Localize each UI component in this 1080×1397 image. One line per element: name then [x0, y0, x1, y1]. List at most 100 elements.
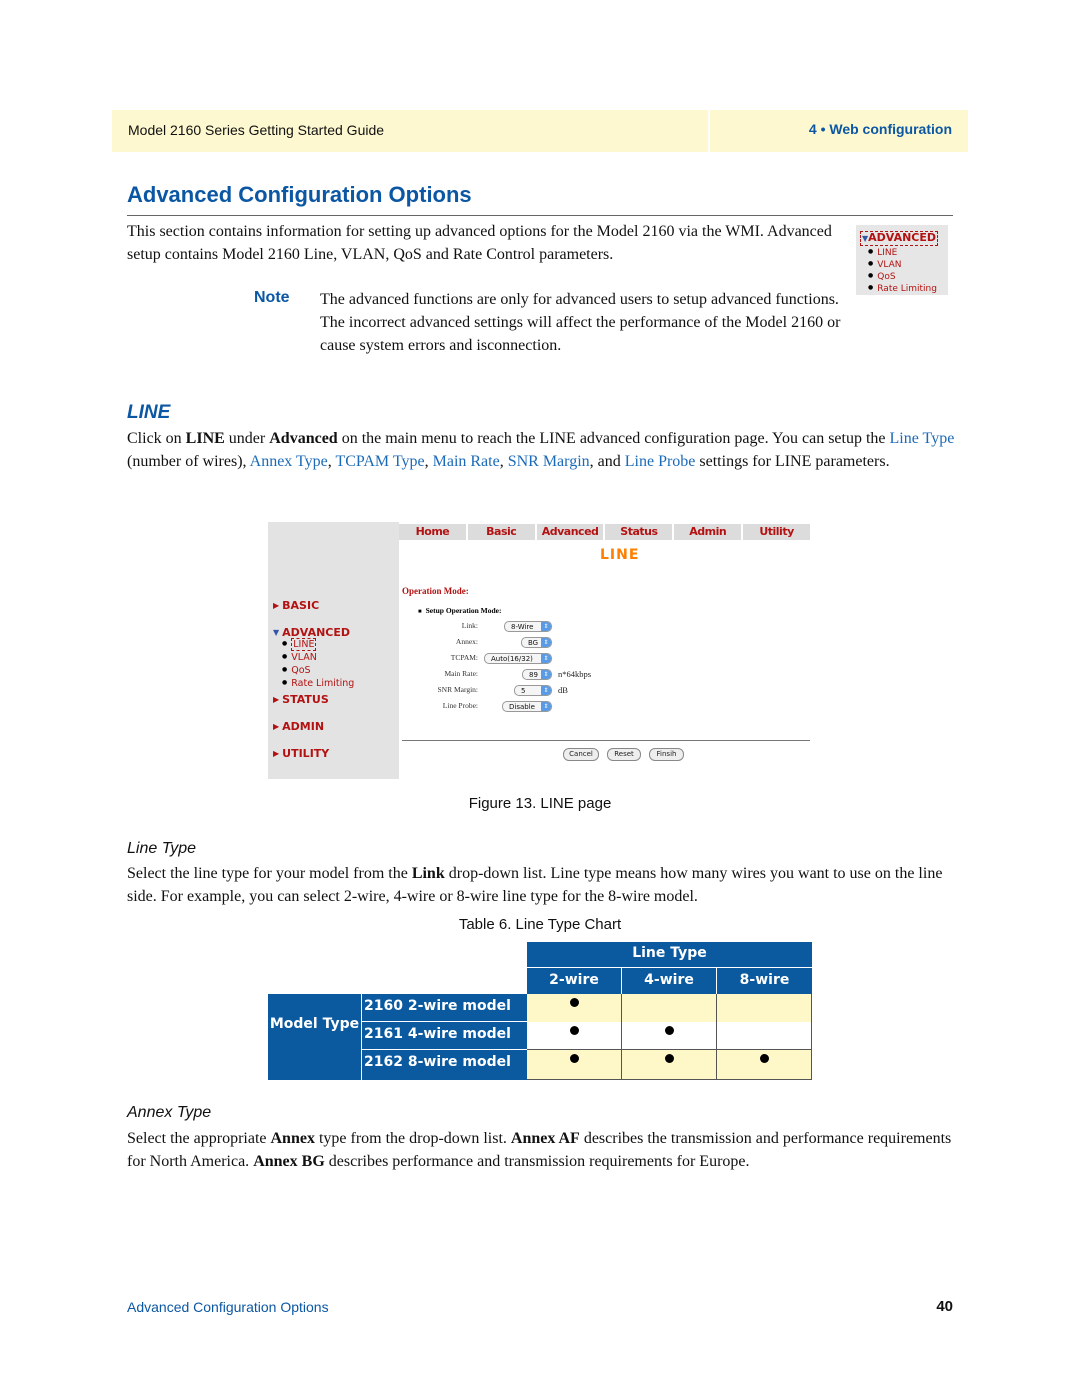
- column-header: 2-wire: [527, 968, 622, 994]
- line-paragraph: Click on LINE under Advanced on the main…: [127, 430, 955, 470]
- annex-type-paragraph: Select the appropriate Annex type from t…: [127, 1130, 952, 1170]
- triangle-right-icon: ▶: [273, 601, 280, 610]
- row-header: 2160 2-wire model: [362, 994, 527, 1022]
- table-cell: [717, 1022, 812, 1050]
- wmi-nav-tabs: Home Basic Advanced Status Admin Utility: [399, 524, 812, 540]
- tab-admin[interactable]: Admin: [674, 524, 742, 540]
- title-rule: [127, 215, 953, 216]
- row-header: 2161 4-wire model: [362, 1022, 527, 1050]
- supported-dot-icon: [569, 1054, 579, 1063]
- sidebar-item-utility[interactable]: ▶ UTILITY: [273, 747, 329, 760]
- supported-dot-icon: [569, 1026, 579, 1035]
- stepper-arrows-icon: ⇕: [541, 686, 551, 695]
- stepper-arrows-icon: ⇕: [541, 638, 551, 647]
- supported-dot-icon: [759, 1054, 769, 1063]
- figure-caption: Figure 13. LINE page: [468, 795, 612, 812]
- column-header: 4-wire: [622, 968, 717, 994]
- tab-home[interactable]: Home: [399, 524, 466, 540]
- triangle-right-icon: ▶: [273, 695, 280, 704]
- main-rate-unit: n*64kbps: [558, 669, 592, 679]
- tcpam-label: TCPAM:: [450, 653, 478, 662]
- note-label: Note: [254, 289, 290, 306]
- snr-margin-label: SNR Margin:: [437, 685, 479, 694]
- page-number: 40: [936, 1298, 953, 1315]
- link-select[interactable]: 8-Wire ⇕: [504, 621, 552, 632]
- link-snr-margin[interactable]: SNR Margin: [508, 453, 590, 470]
- stepper-arrows-icon: ⇕: [541, 670, 551, 679]
- table-cell: [527, 1050, 622, 1080]
- running-header: Model 2160 Series Getting Started Guide …: [112, 110, 968, 152]
- triangle-down-icon: ▼: [273, 628, 280, 637]
- snr-margin-unit: dB: [558, 685, 568, 695]
- supported-dot-icon: [569, 998, 579, 1007]
- operation-mode-heading: Operation Mode:: [402, 586, 469, 596]
- tab-status[interactable]: Status: [605, 524, 673, 540]
- triangle-right-icon: ▶: [273, 722, 280, 731]
- tab-utility[interactable]: Utility: [743, 524, 810, 540]
- sidebar-subitem-vlan[interactable]: VLAN: [282, 652, 317, 663]
- table-cell: [717, 1050, 812, 1080]
- tcpam-select[interactable]: Auto(16/32) ⇕: [484, 653, 552, 664]
- sidebar-item-admin[interactable]: ▶ ADMIN: [273, 720, 324, 733]
- annex-select[interactable]: BG ⇕: [521, 637, 552, 648]
- table-cell: [622, 994, 717, 1023]
- wmi-page-heading: LINE: [600, 547, 640, 563]
- intro-paragraph: This section contains information for se…: [127, 223, 832, 263]
- footer-section-title: Advanced Configuration Options: [127, 1299, 329, 1315]
- chapter-label: 4 • Web configuration: [808, 121, 952, 137]
- line-probe-select[interactable]: Disable ⇕: [502, 701, 552, 712]
- line-type-paragraph: Select the line type for your model from…: [127, 865, 943, 905]
- setup-operation-mode-label: Setup Operation Mode:: [418, 606, 502, 615]
- tab-advanced[interactable]: Advanced: [536, 524, 604, 540]
- line-page-screenshot: ▶BASIC ▼ADVANCED LINE VLAN QoS Rate Limi…: [268, 522, 812, 779]
- sidebar-subitem-qos[interactable]: QoS: [282, 665, 310, 676]
- table-caption: Table 6. Line Type Chart: [458, 916, 622, 933]
- sidebar-item-status[interactable]: ▶ STATUS: [273, 693, 329, 706]
- page-title: Advanced Configuration Options: [127, 182, 472, 207]
- subheading-line-type: Line Type: [127, 840, 197, 857]
- table-cell: [527, 1022, 622, 1050]
- table-cell: [717, 994, 812, 1023]
- table-cell: [622, 1022, 717, 1050]
- supported-dot-icon: [664, 1054, 674, 1063]
- sidebar-item-basic[interactable]: ▶ BASIC: [273, 599, 319, 612]
- mini-menu-heading: ▼ADVANCED: [860, 231, 939, 246]
- cancel-button[interactable]: Cancel: [563, 748, 599, 761]
- mini-menu-item: Rate Limiting: [868, 282, 937, 295]
- header-divider: [708, 110, 710, 152]
- row-group-header: Model Type: [268, 994, 362, 1080]
- column-group-header: Line Type: [527, 942, 812, 968]
- table-cell: [622, 1050, 717, 1080]
- triangle-right-icon: ▶: [273, 749, 280, 758]
- link-label: Link:: [461, 621, 478, 630]
- section-heading-line: LINE: [127, 402, 171, 423]
- link-main-rate[interactable]: Main Rate: [433, 453, 500, 470]
- stepper-arrows-icon: ⇕: [541, 702, 551, 711]
- sidebar-subitem-line[interactable]: LINE: [282, 638, 317, 651]
- reset-button[interactable]: Reset: [607, 748, 641, 761]
- tab-basic[interactable]: Basic: [467, 524, 535, 540]
- stepper-arrows-icon: ⇕: [541, 654, 551, 663]
- main-rate-label: Main Rate:: [444, 669, 478, 678]
- advanced-menu-thumbnail: ▼ADVANCED LINE VLAN QoS Rate Limiting: [856, 225, 948, 295]
- sidebar-subitem-rate-limiting[interactable]: Rate Limiting: [282, 678, 354, 689]
- supported-dot-icon: [664, 1026, 674, 1035]
- main-rate-select[interactable]: 89 ⇕: [522, 669, 552, 680]
- link-line-probe[interactable]: Line Probe: [625, 453, 696, 470]
- note-text: The advanced functions are only for adva…: [320, 291, 841, 354]
- wmi-sidebar: ▶BASIC ▼ADVANCED LINE VLAN QoS Rate Limi…: [268, 522, 399, 779]
- link-annex-type[interactable]: Annex Type: [250, 453, 328, 470]
- stepper-arrows-icon: ⇕: [541, 622, 551, 631]
- table-cell: [527, 994, 622, 1023]
- link-line-type[interactable]: Line Type: [890, 430, 955, 447]
- form-divider: [402, 740, 810, 741]
- row-header: 2162 8-wire model: [362, 1050, 527, 1080]
- column-header: 8-wire: [717, 968, 812, 994]
- snr-margin-select[interactable]: 5 ⇕: [514, 685, 552, 696]
- link-tcpam-type[interactable]: TCPAM Type: [335, 453, 424, 470]
- subheading-annex-type: Annex Type: [127, 1104, 212, 1121]
- finish-button[interactable]: Finsih: [649, 748, 684, 761]
- annex-label: Annex:: [455, 637, 478, 646]
- guide-title: Model 2160 Series Getting Started Guide: [128, 122, 385, 138]
- line-probe-label: Line Probe:: [442, 701, 478, 710]
